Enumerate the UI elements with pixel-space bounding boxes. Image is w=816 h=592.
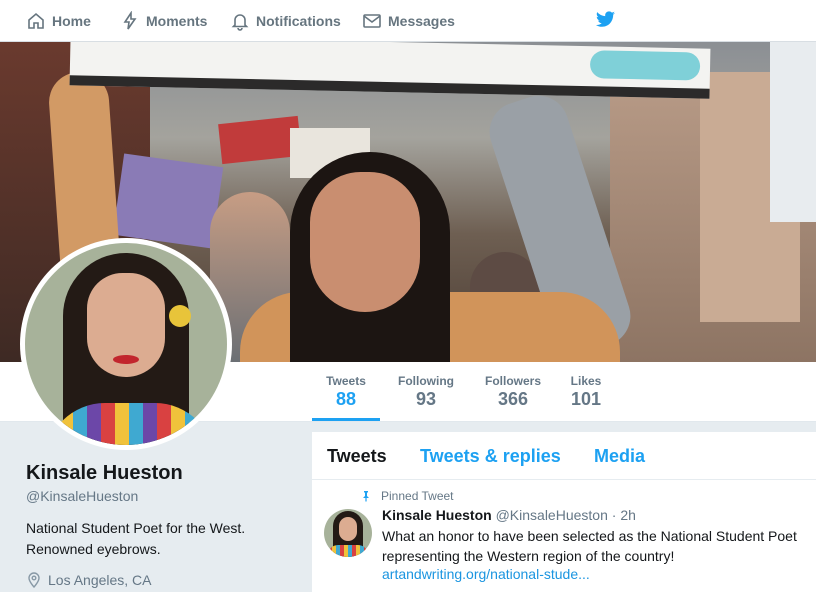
- tweet-separator: ·: [611, 507, 617, 523]
- envelope-icon: [363, 14, 381, 28]
- profile-card: Kinsale Hueston @KinsaleHueston National…: [0, 422, 312, 592]
- stat-value: 88: [335, 389, 357, 409]
- nav-home[interactable]: Home: [26, 0, 91, 42]
- stat-label: Following: [398, 374, 454, 388]
- banner-face: [310, 172, 420, 312]
- stat-value: 101: [570, 389, 602, 409]
- profile-handle[interactable]: @KinsaleHueston: [26, 488, 138, 504]
- stat-label: Tweets: [326, 374, 366, 388]
- twitter-bird-icon[interactable]: [594, 10, 616, 30]
- nav-home-label: Home: [52, 13, 91, 29]
- tab-tweets-and-replies[interactable]: Tweets & replies: [420, 446, 561, 467]
- pinned-label: Pinned Tweet: [381, 489, 454, 503]
- nav-moments-label: Moments: [146, 13, 208, 29]
- tweet-link[interactable]: artandwriting.org/national-stude...: [382, 566, 590, 582]
- bell-icon: [231, 14, 249, 31]
- banner-sky: [770, 42, 816, 222]
- stat-label: Likes: [570, 374, 602, 388]
- nav-moments[interactable]: Moments: [120, 0, 207, 42]
- nav-messages[interactable]: Messages: [362, 0, 455, 42]
- profile-bio: National Student Poet for the West. Reno…: [26, 520, 246, 557]
- lightning-icon: [123, 11, 137, 30]
- avatar-photo: [25, 243, 227, 445]
- pin-icon: [363, 491, 369, 502]
- tweet-text: What an honor to have been selected as t…: [382, 528, 797, 564]
- nav-messages-label: Messages: [388, 13, 455, 29]
- top-navigation: Home Moments Notifications Messages: [0, 0, 816, 42]
- tweet-author-handle[interactable]: @KinsaleHueston: [496, 507, 608, 523]
- tweet-timestamp[interactable]: 2h: [620, 507, 636, 523]
- home-icon: [28, 12, 44, 29]
- tweet-avatar[interactable]: [324, 509, 372, 557]
- stat-followers[interactable]: Followers 366: [482, 374, 544, 410]
- banner-sign: [69, 42, 711, 99]
- profile-location-text: Los Angeles, CA: [48, 572, 152, 588]
- pinned-indicator: Pinned Tweet: [360, 489, 454, 503]
- profile-location: Los Angeles, CA: [26, 572, 152, 588]
- nav-notifications-label: Notifications: [256, 13, 341, 29]
- stat-value: 93: [415, 389, 437, 409]
- stat-tweets[interactable]: Tweets 88: [312, 374, 380, 421]
- pinned-tweet[interactable]: Pinned Tweet Kinsale Hueston @KinsaleHue…: [312, 481, 816, 592]
- tab-tweets[interactable]: Tweets: [327, 446, 387, 467]
- timeline: Tweets Tweets & replies Media Pinned Twe…: [312, 432, 816, 592]
- tweet-header: Kinsale Hueston @KinsaleHueston · 2h: [382, 507, 636, 523]
- tab-media[interactable]: Media: [594, 446, 645, 467]
- timeline-tabs: Tweets Tweets & replies Media: [312, 432, 816, 480]
- tweet-author-name[interactable]: Kinsale Hueston: [382, 507, 492, 523]
- profile-avatar[interactable]: [20, 238, 232, 450]
- stat-likes[interactable]: Likes 101: [568, 374, 604, 410]
- banner-sign: [112, 153, 224, 249]
- stat-label: Followers: [484, 374, 541, 388]
- stat-value: 366: [497, 389, 529, 409]
- map-pin-icon: [28, 572, 40, 588]
- profile-name[interactable]: Kinsale Hueston: [26, 462, 183, 485]
- nav-notifications[interactable]: Notifications: [230, 0, 341, 42]
- stat-following[interactable]: Following 93: [396, 374, 456, 410]
